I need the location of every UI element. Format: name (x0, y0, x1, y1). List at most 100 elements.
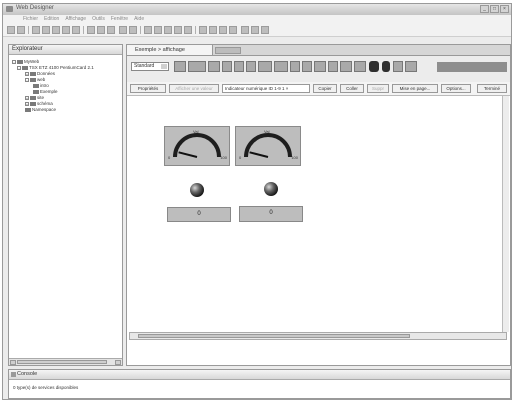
palette-select-value: Standard (134, 63, 155, 69)
numeric-display-2[interactable]: 0 (239, 206, 303, 222)
tree-item-data[interactable]: + Données (25, 71, 55, 76)
open-icon[interactable] (17, 26, 25, 34)
finish-button[interactable]: Terminé (477, 84, 507, 93)
numeric-display-1[interactable]: 0 (167, 207, 231, 222)
widget-link-icon[interactable] (354, 61, 366, 72)
close-icon[interactable] (261, 26, 269, 34)
scroll-right-icon[interactable] (115, 360, 121, 365)
menu-edit[interactable]: Edition (44, 15, 59, 24)
back-icon[interactable] (174, 26, 182, 34)
widget-level-icon[interactable] (222, 61, 232, 72)
connect-icon[interactable] (154, 26, 162, 34)
display-value-button[interactable]: Afficher une valeur (169, 84, 219, 93)
grid-icon[interactable] (144, 26, 152, 34)
menu-help[interactable]: Aide (134, 15, 144, 24)
copy-button[interactable]: Copier (313, 84, 337, 93)
led-indicator-1[interactable] (190, 183, 204, 197)
widget-digital-icon[interactable] (258, 61, 272, 72)
title-bar: Web Designer _ □ × (3, 4, 511, 15)
explorer-tab[interactable]: Explorateur (9, 45, 122, 55)
explorer-scroll-thumb[interactable] (17, 360, 107, 364)
menu-view[interactable]: Affichage (65, 15, 86, 24)
widget-display-icon[interactable] (405, 61, 417, 72)
copy-icon[interactable] (97, 26, 105, 34)
paste-button[interactable]: Coller (340, 84, 364, 93)
tree-item-label: TSX ETZ 4100 PentiumCard 2.1 (29, 65, 94, 70)
led-indicator-2[interactable] (264, 182, 278, 196)
widget-chart-icon[interactable] (188, 61, 206, 72)
menu-tools[interactable]: Outils (92, 15, 105, 24)
widget-spinner-icon[interactable] (246, 61, 256, 72)
widget-lamp-icon[interactable] (382, 61, 390, 72)
align-left-icon[interactable] (199, 26, 207, 34)
maximize-button[interactable]: □ (490, 5, 499, 13)
widget-switch-icon[interactable] (328, 61, 338, 72)
widget-gauge-icon[interactable] (174, 61, 186, 72)
tree-item-web[interactable]: - web (25, 77, 45, 82)
redo-icon[interactable] (72, 26, 80, 34)
widget-input-icon[interactable] (234, 61, 244, 72)
zoom-icon[interactable] (241, 26, 249, 34)
folder-icon (30, 77, 36, 82)
editor-hscrollbar[interactable] (129, 332, 507, 340)
object-field[interactable]: Indicateur numérique ID 1-9 1 × (222, 84, 310, 93)
analog-gauge-1[interactable]: Val 0 100 (164, 126, 230, 166)
pencil-icon[interactable] (119, 26, 127, 34)
print-icon[interactable] (52, 26, 60, 34)
widget-bulb-icon[interactable] (369, 61, 379, 72)
tree-item-device[interactable]: - TSX ETZ 4100 PentiumCard 2.1 (17, 65, 94, 70)
expand-icon[interactable]: + (25, 101, 29, 106)
align-center-icon[interactable] (209, 26, 217, 34)
widget-text-icon[interactable] (274, 61, 288, 72)
transfer-icon[interactable] (129, 26, 137, 34)
save-icon[interactable] (32, 26, 40, 34)
menu-file[interactable]: Fichier (23, 15, 38, 24)
expand-icon[interactable]: + (25, 95, 29, 100)
widget-trend-icon[interactable] (302, 61, 312, 72)
tree-item-example[interactable]: Exemple (33, 89, 58, 94)
layout-button[interactable]: Mise en page... (392, 84, 438, 93)
scroll-left-icon[interactable] (10, 360, 16, 365)
align-top-icon[interactable] (229, 26, 237, 34)
disconnect-icon[interactable] (164, 26, 172, 34)
collapse-icon[interactable]: - (12, 59, 16, 64)
console-tab[interactable]: Console (9, 370, 510, 380)
collapse-icon[interactable]: - (17, 65, 21, 70)
toolbar-separator (83, 26, 84, 34)
delete-button[interactable]: Suppr (367, 84, 389, 93)
editor-scroll-thumb[interactable] (138, 334, 410, 338)
properties-button[interactable]: Propriétés (130, 84, 166, 93)
collapse-icon[interactable]: - (25, 77, 29, 82)
settings-icon[interactable] (251, 26, 259, 34)
tree-item-intro[interactable]: intro (33, 83, 49, 88)
widget-frame-icon[interactable] (290, 61, 300, 72)
tree-item-project[interactable]: - MyWeb (12, 59, 39, 64)
tree-item-schema[interactable]: + schéma (25, 101, 53, 106)
explorer-hscrollbar[interactable] (9, 358, 122, 365)
editor-tab-secondary[interactable] (215, 47, 241, 54)
forward-icon[interactable] (184, 26, 192, 34)
undo-icon[interactable] (62, 26, 70, 34)
editor-vscrollbar[interactable] (502, 96, 509, 332)
tree-item-label: schéma (37, 101, 53, 106)
cut-icon[interactable] (87, 26, 95, 34)
minimize-button[interactable]: _ (480, 5, 489, 13)
editor-tab-active[interactable]: Exemple > affichage (127, 45, 213, 55)
close-button[interactable]: × (500, 5, 509, 13)
menu-window[interactable]: Fenêtre (111, 15, 128, 24)
save-all-icon[interactable] (42, 26, 50, 34)
analog-gauge-2[interactable]: Val 0 100 (235, 126, 301, 166)
options-button[interactable]: Options... (441, 84, 471, 93)
new-icon[interactable] (7, 26, 15, 34)
widget-led-icon[interactable] (393, 61, 403, 72)
tree-item-namespace[interactable]: Namespace (25, 107, 56, 112)
align-right-icon[interactable] (219, 26, 227, 34)
widget-slider-icon[interactable] (208, 61, 220, 72)
tree-item-label: Exemple (40, 89, 58, 94)
palette-select[interactable]: Standard (131, 62, 169, 71)
expand-icon[interactable]: + (25, 71, 29, 76)
widget-button-icon[interactable] (314, 61, 326, 72)
tree-item-site[interactable]: + site (25, 95, 44, 100)
paste-icon[interactable] (107, 26, 115, 34)
widget-image-icon[interactable] (340, 61, 352, 72)
